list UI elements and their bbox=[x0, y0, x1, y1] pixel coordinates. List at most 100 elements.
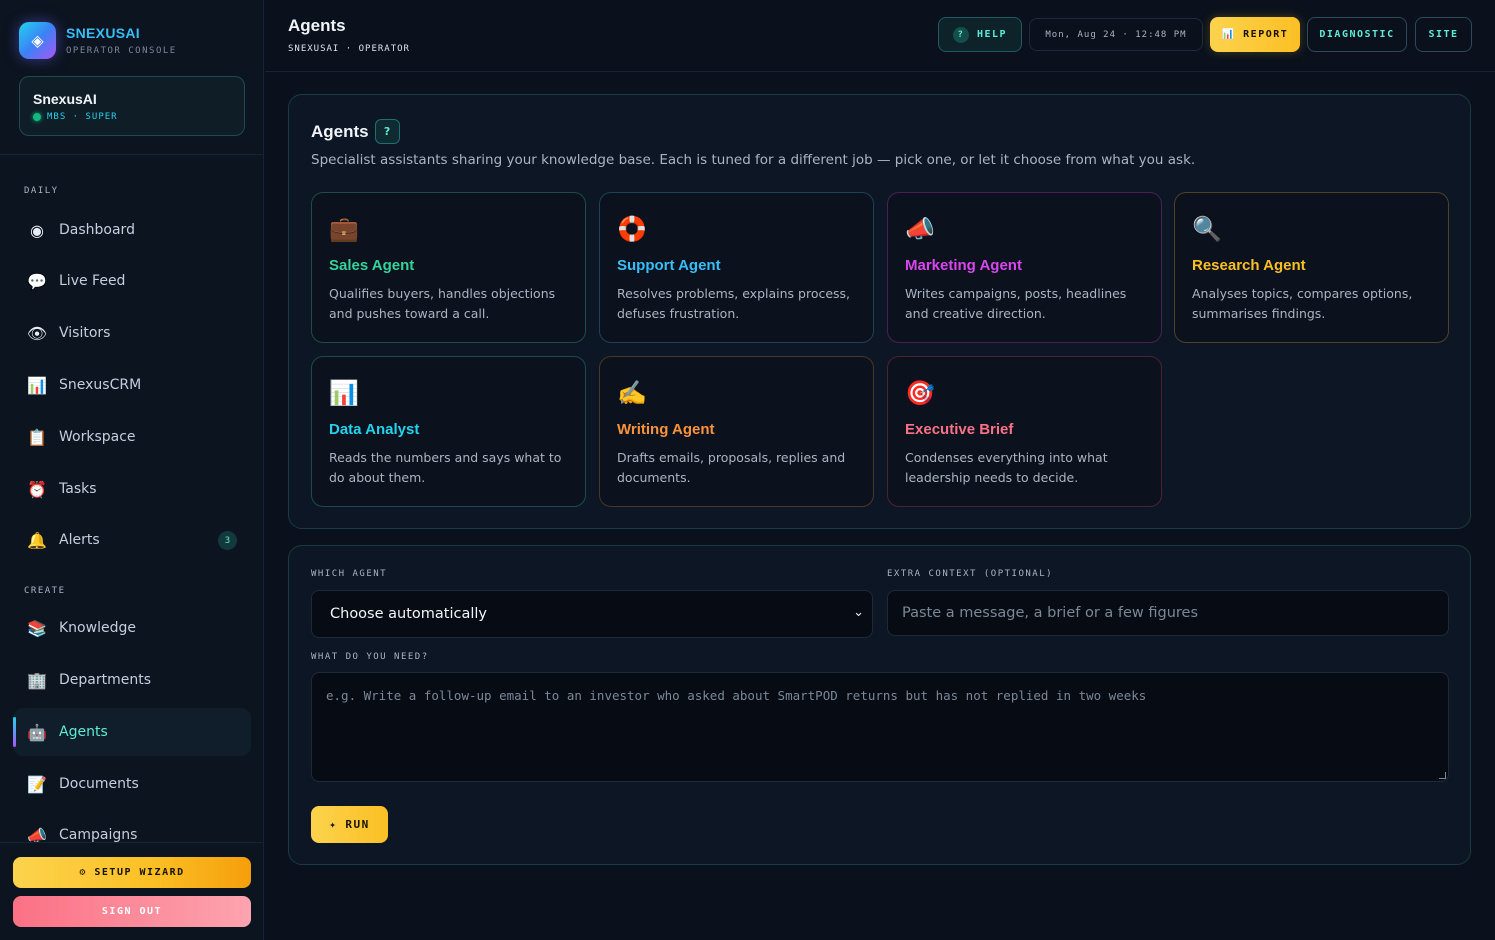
sidebar-item-label: Workspace bbox=[59, 429, 136, 445]
agent-card-name: Support Agent bbox=[617, 257, 721, 274]
sidebar-item-label: Alerts bbox=[59, 532, 100, 548]
sidebar-item-label: Live Feed bbox=[59, 273, 126, 289]
help-button-label: HELP bbox=[976, 29, 1008, 40]
agents-panel: Agents ? Specialist assistants sharing y… bbox=[288, 94, 1471, 529]
writing-hand-icon: ✍️ bbox=[617, 379, 647, 407]
sidebar-item-label: Dashboard bbox=[59, 222, 135, 238]
clipboard-icon: 📋 bbox=[27, 427, 47, 447]
agent-card-name: Sales Agent bbox=[329, 257, 415, 274]
agent-card-description: Reads the numbers and says what to do ab… bbox=[329, 450, 562, 485]
online-status-icon bbox=[33, 113, 41, 121]
sidebar-item-live-feed[interactable]: 💬 Live Feed bbox=[13, 257, 251, 305]
sidebar-item-label: SnexusCRM bbox=[59, 377, 142, 393]
agent-card-description: Writes campaigns, posts, headlines and c… bbox=[905, 286, 1127, 321]
alarm-clock-icon: ⏰ bbox=[27, 479, 47, 499]
alerts-count-badge: 3 bbox=[218, 531, 237, 550]
sidebar-item-dashboard[interactable]: ◉ Dashboard bbox=[13, 206, 251, 254]
magnifier-icon: 🔍 bbox=[1192, 215, 1222, 243]
brand-name: SNEXUSAI bbox=[66, 25, 140, 41]
page-title: Agents bbox=[288, 16, 346, 35]
extra-context-input[interactable] bbox=[887, 590, 1449, 636]
agent-card-description: Drafts emails, proposals, replies and do… bbox=[617, 450, 846, 485]
sidebar-item-agents[interactable]: 🤖 Agents bbox=[13, 708, 251, 756]
agent-select-value: Choose automatically bbox=[330, 606, 487, 622]
agent-card-description: Analyses topics, compares options, summa… bbox=[1192, 286, 1413, 321]
sidebar-item-label: Tasks bbox=[59, 481, 97, 497]
account-name: SnexusAI bbox=[33, 91, 97, 107]
agent-card-name: Data Analyst bbox=[329, 421, 420, 438]
memo-icon: 📝 bbox=[27, 774, 47, 794]
lifebuoy-icon: 🛟 bbox=[617, 215, 647, 243]
dashboard-icon: ◉ bbox=[30, 220, 44, 240]
sidebar-item-label: Knowledge bbox=[59, 620, 136, 636]
help-question-icon[interactable]: ? bbox=[374, 119, 400, 144]
agent-card-name: Writing Agent bbox=[617, 421, 715, 438]
sidebar-divider bbox=[0, 154, 263, 155]
agent-card-name: Executive Brief bbox=[905, 421, 1014, 438]
bar-chart-icon: 📊 bbox=[27, 375, 47, 395]
which-agent-label: WHICH AGENT bbox=[311, 569, 388, 579]
agent-card-executive-brief[interactable]: 🎯 Executive Brief Condenses everything i… bbox=[887, 356, 1162, 507]
sidebar-item-label: Documents bbox=[59, 776, 139, 792]
brand-logo-icon: ◈ bbox=[19, 22, 56, 59]
briefcase-icon: 💼 bbox=[329, 215, 359, 243]
resize-handle-icon[interactable] bbox=[1439, 772, 1446, 779]
sidebar-item-documents[interactable]: 📝 Documents bbox=[13, 760, 251, 808]
clock-display: Mon, Aug 24 · 12:48 PM bbox=[1029, 18, 1203, 51]
agent-card-name: Research Agent bbox=[1192, 257, 1306, 274]
agent-card-description: Condenses everything into what leadershi… bbox=[905, 450, 1108, 485]
agent-card-writing[interactable]: ✍️ Writing Agent Drafts emails, proposal… bbox=[599, 356, 874, 507]
page-subtitle: SNEXUSAI · OPERATOR bbox=[288, 44, 410, 54]
office-building-icon: 🏢 bbox=[27, 670, 47, 690]
top-bar: Agents SNEXUSAI · OPERATOR ? HELP Mon, A… bbox=[265, 0, 1495, 72]
account-card[interactable]: SnexusAI MBS · SUPER bbox=[19, 76, 245, 136]
agent-card-description: Resolves problems, explains process, def… bbox=[617, 286, 851, 321]
sidebar-item-label: Visitors bbox=[59, 325, 111, 341]
extra-context-label: EXTRA CONTEXT (OPTIONAL) bbox=[887, 569, 1054, 579]
request-textarea[interactable] bbox=[311, 672, 1449, 782]
bell-icon: 🔔 bbox=[27, 530, 47, 550]
account-role: MBS · SUPER bbox=[47, 112, 118, 122]
agent-card-marketing[interactable]: 📣 Marketing Agent Writes campaigns, post… bbox=[887, 192, 1162, 343]
agent-card-data-analyst[interactable]: 📊 Data Analyst Reads the numbers and say… bbox=[311, 356, 586, 507]
sidebar-item-label: Departments bbox=[59, 672, 152, 688]
brand-subtitle: OPERATOR CONSOLE bbox=[66, 46, 177, 56]
agent-select[interactable]: Choose automatically ⌄ bbox=[311, 590, 873, 638]
agents-panel-title: Agents bbox=[311, 121, 369, 141]
sidebar-item-snexuscrm[interactable]: 📊 SnexusCRM bbox=[13, 361, 251, 409]
sign-out-button[interactable]: SIGN OUT bbox=[13, 896, 251, 927]
sidebar-item-workspace[interactable]: 📋 Workspace bbox=[13, 413, 251, 461]
agent-card-research[interactable]: 🔍 Research Agent Analyses topics, compar… bbox=[1174, 192, 1449, 343]
sidebar-item-visitors[interactable]: 👁 Visitors bbox=[13, 309, 251, 357]
help-button[interactable]: ? HELP bbox=[938, 17, 1022, 52]
report-button[interactable]: 📊 REPORT bbox=[1210, 17, 1300, 52]
nav-section-daily: DAILY bbox=[24, 186, 59, 196]
chevron-down-icon: ⌄ bbox=[853, 605, 864, 620]
site-button[interactable]: SITE bbox=[1415, 17, 1472, 52]
books-icon: 📚 bbox=[27, 618, 47, 638]
sidebar-item-knowledge[interactable]: 📚 Knowledge bbox=[13, 604, 251, 652]
sidebar-footer: ⚙ SETUP WIZARD SIGN OUT bbox=[0, 842, 263, 940]
megaphone-icon: 📣 bbox=[905, 215, 935, 243]
agent-card-support[interactable]: 🛟 Support Agent Resolves problems, expla… bbox=[599, 192, 874, 343]
sidebar: ◈ SNEXUSAI OPERATOR CONSOLE SnexusAI MBS… bbox=[0, 0, 264, 940]
run-button[interactable]: ✦ RUN bbox=[311, 806, 388, 843]
agent-card-name: Marketing Agent bbox=[905, 257, 1022, 274]
robot-icon: 🤖 bbox=[27, 722, 47, 742]
agent-card-description: Qualifies buyers, handles objections and… bbox=[329, 286, 556, 321]
sidebar-item-tasks[interactable]: ⏰ Tasks bbox=[13, 465, 251, 513]
agents-panel-description: Specialist assistants sharing your knowl… bbox=[311, 152, 1196, 168]
diagnostic-button[interactable]: DIAGNOSTIC bbox=[1307, 17, 1407, 52]
chat-bubble-icon: 💬 bbox=[27, 271, 47, 291]
brand[interactable]: ◈ SNEXUSAI OPERATOR CONSOLE bbox=[19, 22, 177, 59]
sidebar-item-departments[interactable]: 🏢 Departments bbox=[13, 656, 251, 704]
question-icon: ? bbox=[952, 26, 969, 43]
sidebar-item-label: Agents bbox=[59, 724, 108, 740]
agent-card-sales[interactable]: 💼 Sales Agent Qualifies buyers, handles … bbox=[311, 192, 586, 343]
eye-icon: 👁 bbox=[26, 323, 48, 343]
bar-chart-icon: 📊 bbox=[329, 379, 359, 407]
target-icon: 🎯 bbox=[905, 379, 935, 407]
agent-run-form: WHICH AGENT EXTRA CONTEXT (OPTIONAL) Cho… bbox=[288, 545, 1471, 865]
sidebar-item-alerts[interactable]: 🔔 Alerts 3 bbox=[13, 516, 251, 564]
setup-wizard-button[interactable]: ⚙ SETUP WIZARD bbox=[13, 857, 251, 888]
